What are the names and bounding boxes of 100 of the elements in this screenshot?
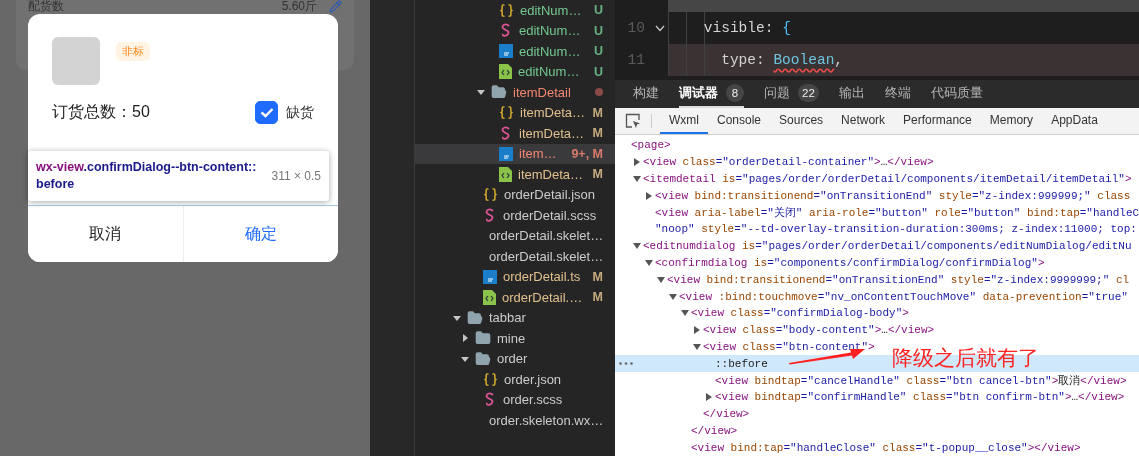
- file-tree-item[interactable]: orderDetail.… M: [415, 287, 615, 308]
- file-tree-item[interactable]: item… 9+, M: [415, 143, 615, 164]
- panel-tab[interactable]: 终端: [884, 80, 911, 108]
- file-tree-item[interactable]: orderDetail.skelet…: [415, 225, 615, 246]
- markup-node[interactable]: <editnumdialog is="pages/order/orderDetail/components/editNumDialog/editNu: [615, 237, 1139, 255]
- file-tree-item[interactable]: editNum… U: [415, 61, 615, 82]
- markup-line: ::before: [715, 357, 768, 370]
- caret-icon[interactable]: [645, 258, 653, 267]
- markup-node[interactable]: <view class="orderDetail-container">…</view>: [615, 153, 1139, 171]
- file-tree-item[interactable]: itemDeta… M: [415, 164, 615, 185]
- checkbox[interactable]: [255, 101, 278, 124]
- file-tree-item[interactable]: order.skeleton.wx…: [415, 410, 615, 431]
- git-status: M: [592, 167, 603, 182]
- element-selector: wx-view.confirmDialog--btn-content::before: [36, 159, 258, 193]
- line-number: 10: [626, 20, 645, 36]
- panel-tab[interactable]: 构建: [633, 80, 659, 108]
- caret-icon[interactable]: [693, 326, 701, 335]
- markup-line: <page>: [631, 139, 671, 152]
- markup-node[interactable]: <view class="confirmDialog-body">: [615, 304, 1139, 322]
- panel-tab[interactable]: 输出: [838, 80, 865, 108]
- inspect-icon[interactable]: [625, 113, 641, 129]
- line-number: 11: [626, 52, 645, 68]
- caret-icon[interactable]: [705, 393, 713, 402]
- fold-chevron-icon[interactable]: [655, 24, 665, 32]
- file-tree-item[interactable]: tabbar: [415, 307, 615, 328]
- markup-node[interactable]: <page>: [615, 137, 1139, 154]
- panel-tab[interactable]: 代码质量: [930, 80, 983, 108]
- panel-tab[interactable]: 问题 22: [764, 80, 819, 108]
- file-tree-item[interactable]: editNum… U: [415, 41, 615, 62]
- markup-line: <view bind:transitionend="onTransitionEnd" style="z-index:999999;" class: [655, 189, 1131, 202]
- confirm-button[interactable]: 确定: [182, 206, 338, 262]
- markup-node[interactable]: <view bindtap="cancelHandle" class="btn cancel-btn">取消</view>: [615, 372, 1139, 389]
- markup-line: <view bind:transitionend="onTransitionEnd" style="z-index:9999999;" cl: [667, 273, 1130, 286]
- devtools-tab[interactable]: AppData: [1042, 108, 1107, 134]
- markup-node[interactable]: <itemdetail is="pages/order/orderDetail/components/itemDetail/itemDetail">: [615, 170, 1139, 188]
- code-text: type: Boolean,: [720, 52, 844, 68]
- markup-node[interactable]: <view bind:transitionend="onTransitionEnd" style="z-index:999999;" class: [615, 187, 1139, 205]
- file-tree-item[interactable]: mine: [415, 328, 615, 349]
- git-status: U: [593, 3, 603, 18]
- file-tree-item[interactable]: orderDetail.json: [415, 184, 615, 205]
- markup-node[interactable]: <view bindtap="confirmHandle" class="btn confirm-btn">…</view>: [615, 388, 1139, 406]
- markup-line: </view>: [691, 424, 738, 437]
- file-name: mine: [497, 330, 527, 346]
- markup-node[interactable]: <view class="body-content">…</view>: [615, 321, 1139, 339]
- file-name: itemDetail: [513, 84, 572, 100]
- caret-icon[interactable]: [633, 242, 641, 251]
- file-tree-item[interactable]: itemDeta… M: [415, 102, 615, 123]
- markup-node[interactable]: <view bind:tap="handleClose" class="t-popup__close"></view>: [615, 439, 1139, 456]
- caret-icon[interactable]: [633, 158, 641, 167]
- devtools-tab[interactable]: Network: [832, 108, 895, 134]
- caret-icon[interactable]: [461, 354, 469, 363]
- devtools-tab[interactable]: Sources: [770, 108, 833, 134]
- file-tree-item[interactable]: editNum… U: [415, 20, 615, 41]
- caret-icon[interactable]: [461, 334, 469, 343]
- element-size: 311 × 0.5: [271, 169, 321, 183]
- file-name: order.scss: [503, 392, 564, 408]
- caret-icon[interactable]: [645, 191, 653, 200]
- code-file-icon: [483, 289, 496, 305]
- caret-icon[interactable]: [453, 313, 461, 322]
- markup-node[interactable]: <view bind:transitionend="onTransitionEnd" style="z-index:9999999;" cl: [615, 271, 1139, 289]
- file-tree-item[interactable]: order.json: [415, 369, 615, 390]
- field-value: 5.60斤: [281, 0, 317, 13]
- markup-line: <view bindtap="cancelHandle" class="btn cancel-btn">取消</view>: [715, 374, 1127, 389]
- git-status: U: [593, 64, 603, 79]
- caret-icon[interactable]: [477, 88, 485, 97]
- devtools-tab[interactable]: Memory: [980, 108, 1043, 134]
- devtools-tab[interactable]: Console: [708, 108, 771, 134]
- markup-node[interactable]: <view :bind:touchmove="nv_onContentTouchMove" data-prevention="true": [615, 288, 1139, 305]
- file-tree-item[interactable]: order.scss: [415, 389, 615, 410]
- markup-node[interactable]: <confirmdialog is="components/confirmDialog/confirmDialog">: [615, 254, 1139, 272]
- git-status: 9+, M: [571, 146, 603, 161]
- file-tree-item[interactable]: itemDetail: [415, 82, 615, 103]
- file-name: editNum…: [518, 64, 581, 80]
- markup-line: <view class="btn-content">: [703, 340, 875, 353]
- file-tree-item[interactable]: itemDeta… M: [415, 123, 615, 144]
- file-name: order.json: [504, 371, 563, 387]
- caret-icon[interactable]: [681, 309, 689, 318]
- code-file-icon: [499, 64, 512, 80]
- file-tree-item[interactable]: orderDetail.scss: [415, 205, 615, 226]
- markup-node[interactable]: <view aria-label="关闭" aria-role="button" role="button" bind:tap="handleC "noop" style="--td-overlay-transition-duration:300ms; z-index:11000; top:: [615, 204, 1139, 238]
- markup-line: <view class="orderDetail-container">…</view>: [643, 156, 934, 169]
- caret-icon[interactable]: [657, 275, 665, 284]
- file-tree-item[interactable]: orderDetail.skelet…: [415, 246, 615, 267]
- caret-icon[interactable]: [669, 292, 677, 301]
- file-tree-item[interactable]: order: [415, 348, 615, 369]
- markup-line: <view class="confirmDialog-body">: [691, 307, 909, 320]
- typescript-file-icon: [499, 146, 513, 161]
- file-name: editNum…: [519, 43, 582, 59]
- git-status: M: [592, 269, 603, 284]
- file-name: order: [497, 351, 529, 367]
- caret-icon[interactable]: [633, 175, 641, 183]
- file-tree-item[interactable]: editNum… U: [415, 0, 615, 21]
- braces-icon: [483, 187, 498, 203]
- file-name: order.skeleton.wx…: [489, 412, 604, 428]
- more-icon[interactable]: [619, 362, 633, 366]
- code-file-icon: [499, 166, 512, 182]
- file-tree-item[interactable]: orderDetail.ts M: [415, 266, 615, 287]
- markup-line: <view :bind:touchmove="nv_onContentTouchMove" data-prevention="true": [679, 290, 1128, 303]
- devtools-tab[interactable]: Performance: [894, 108, 981, 134]
- caret-icon[interactable]: [693, 342, 701, 351]
